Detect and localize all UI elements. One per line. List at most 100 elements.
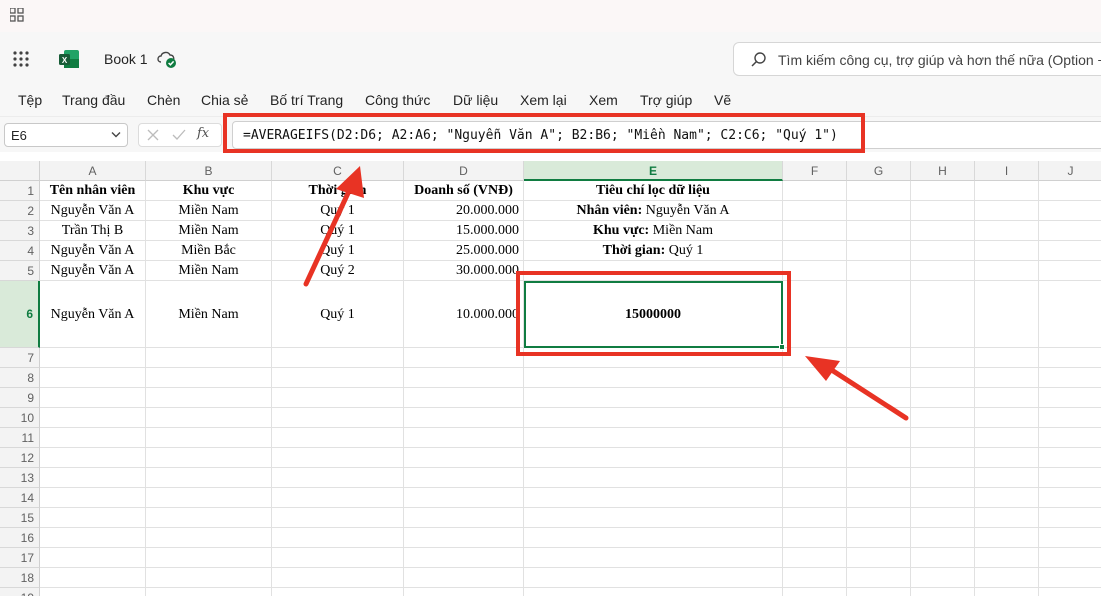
cell-col-j-row-17[interactable] <box>1039 548 1101 568</box>
cell-col-h-row-18[interactable] <box>911 568 975 588</box>
cell-col-f-row-9[interactable] <box>783 388 847 408</box>
cell-col-d-row-18[interactable] <box>404 568 524 588</box>
cell-col-j-row-7[interactable] <box>1039 348 1101 368</box>
cell-col-j-row-8[interactable] <box>1039 368 1101 388</box>
cell-col-h-row-19[interactable] <box>911 588 975 596</box>
column-header-j[interactable]: J <box>1039 161 1101 181</box>
chevron-down-icon[interactable] <box>111 131 121 139</box>
cell-col-b-row-9[interactable] <box>146 388 272 408</box>
cell-col-i-row-9[interactable] <box>975 388 1039 408</box>
row-header[interactable]: 16 <box>0 528 40 548</box>
cell-col-j-row-18[interactable] <box>1039 568 1101 588</box>
cell-col-d-row-13[interactable] <box>404 468 524 488</box>
cell-col-a-row-3[interactable]: Trần Thị B <box>40 221 146 241</box>
row-header[interactable]: 5 <box>0 261 40 281</box>
cell-col-f-row-2[interactable] <box>783 201 847 221</box>
row-header[interactable]: 15 <box>0 508 40 528</box>
cell-col-c-row-4[interactable]: Quý 1 <box>272 241 404 261</box>
cell-col-b-row-10[interactable] <box>146 408 272 428</box>
cell-col-g-row-3[interactable] <box>847 221 911 241</box>
cell-col-j-row-16[interactable] <box>1039 528 1101 548</box>
cell-col-d-row-5[interactable]: 30.000.000 <box>404 261 524 281</box>
cell-col-d-row-6[interactable]: 10.000.000 <box>404 281 524 348</box>
cell-col-h-row-5[interactable] <box>911 261 975 281</box>
cell-col-b-row-1[interactable]: Khu vực <box>146 181 272 201</box>
cell-col-f-row-6[interactable] <box>783 281 847 348</box>
cell-col-b-row-17[interactable] <box>146 548 272 568</box>
cell-col-i-row-6[interactable] <box>975 281 1039 348</box>
cell-col-e-row-16[interactable] <box>524 528 783 548</box>
cell-col-a-row-2[interactable]: Nguyễn Văn A <box>40 201 146 221</box>
cell-col-i-row-16[interactable] <box>975 528 1039 548</box>
cell-col-j-row-4[interactable] <box>1039 241 1101 261</box>
row-header[interactable]: 1 <box>0 181 40 201</box>
cell-col-d-row-17[interactable] <box>404 548 524 568</box>
cell-col-f-row-18[interactable] <box>783 568 847 588</box>
cell-col-h-row-9[interactable] <box>911 388 975 408</box>
cell-col-f-row-19[interactable] <box>783 588 847 596</box>
app-launcher-icon[interactable] <box>12 50 30 68</box>
cell-col-a-row-10[interactable] <box>40 408 146 428</box>
tab-share[interactable]: Chia sẻ <box>201 92 248 108</box>
tab-insert[interactable]: Chèn <box>147 92 180 108</box>
cell-col-h-row-13[interactable] <box>911 468 975 488</box>
tab-draw[interactable]: Vẽ <box>714 92 731 108</box>
tab-page-layout[interactable]: Bố trí Trang <box>270 92 343 108</box>
cell-col-e-row-2[interactable]: Nhân viên: Nguyễn Văn A <box>524 201 783 221</box>
cell-col-a-row-18[interactable] <box>40 568 146 588</box>
cell-col-c-row-3[interactable]: Quý 1 <box>272 221 404 241</box>
cell-col-f-row-15[interactable] <box>783 508 847 528</box>
tab-help[interactable]: Trợ giúp <box>640 92 692 108</box>
cell-col-a-row-8[interactable] <box>40 368 146 388</box>
cell-col-f-row-17[interactable] <box>783 548 847 568</box>
cell-col-g-row-12[interactable] <box>847 448 911 468</box>
cell-col-d-row-2[interactable]: 20.000.000 <box>404 201 524 221</box>
cell-col-e-row-3[interactable]: Khu vực: Miền Nam <box>524 221 783 241</box>
column-header-c[interactable]: C <box>272 161 404 181</box>
row-header[interactable]: 10 <box>0 408 40 428</box>
cell-col-b-row-6[interactable]: Miền Nam <box>146 281 272 348</box>
cell-col-h-row-3[interactable] <box>911 221 975 241</box>
cell-col-e-row-14[interactable] <box>524 488 783 508</box>
cell-col-d-row-16[interactable] <box>404 528 524 548</box>
cell-col-i-row-18[interactable] <box>975 568 1039 588</box>
workbook-title[interactable]: Book 1 <box>104 51 148 67</box>
cell-col-g-row-14[interactable] <box>847 488 911 508</box>
cell-col-a-row-12[interactable] <box>40 448 146 468</box>
cell-col-d-row-3[interactable]: 15.000.000 <box>404 221 524 241</box>
cell-col-a-row-13[interactable] <box>40 468 146 488</box>
cell-col-c-row-18[interactable] <box>272 568 404 588</box>
row-header[interactable]: 7 <box>0 348 40 368</box>
row-header[interactable]: 4 <box>0 241 40 261</box>
cell-col-h-row-15[interactable] <box>911 508 975 528</box>
cell-col-h-row-12[interactable] <box>911 448 975 468</box>
cell-col-j-row-3[interactable] <box>1039 221 1101 241</box>
cell-col-g-row-18[interactable] <box>847 568 911 588</box>
cell-col-j-row-2[interactable] <box>1039 201 1101 221</box>
cell-col-e-row-8[interactable] <box>524 368 783 388</box>
cell-col-h-row-10[interactable] <box>911 408 975 428</box>
cell-col-e-row-1[interactable]: Tiêu chí lọc dữ liệu <box>524 181 783 201</box>
cell-col-a-row-16[interactable] <box>40 528 146 548</box>
insert-function-icon[interactable]: fx <box>197 126 209 141</box>
cell-col-c-row-14[interactable] <box>272 488 404 508</box>
cell-col-c-row-16[interactable] <box>272 528 404 548</box>
cell-col-d-row-19[interactable] <box>404 588 524 596</box>
cell-col-f-row-5[interactable] <box>783 261 847 281</box>
cell-col-f-row-14[interactable] <box>783 488 847 508</box>
cell-col-h-row-16[interactable] <box>911 528 975 548</box>
cell-col-b-row-16[interactable] <box>146 528 272 548</box>
cell-col-h-row-11[interactable] <box>911 428 975 448</box>
cell-col-c-row-17[interactable] <box>272 548 404 568</box>
cell-col-g-row-6[interactable] <box>847 281 911 348</box>
column-header-e[interactable]: E <box>524 161 783 181</box>
cell-col-e-row-15[interactable] <box>524 508 783 528</box>
cell-col-b-row-19[interactable] <box>146 588 272 596</box>
cell-col-j-row-12[interactable] <box>1039 448 1101 468</box>
cell-col-d-row-15[interactable] <box>404 508 524 528</box>
cell-col-h-row-8[interactable] <box>911 368 975 388</box>
row-header[interactable]: 3 <box>0 221 40 241</box>
cell-col-j-row-5[interactable] <box>1039 261 1101 281</box>
cell-col-h-row-14[interactable] <box>911 488 975 508</box>
row-header[interactable]: 9 <box>0 388 40 408</box>
